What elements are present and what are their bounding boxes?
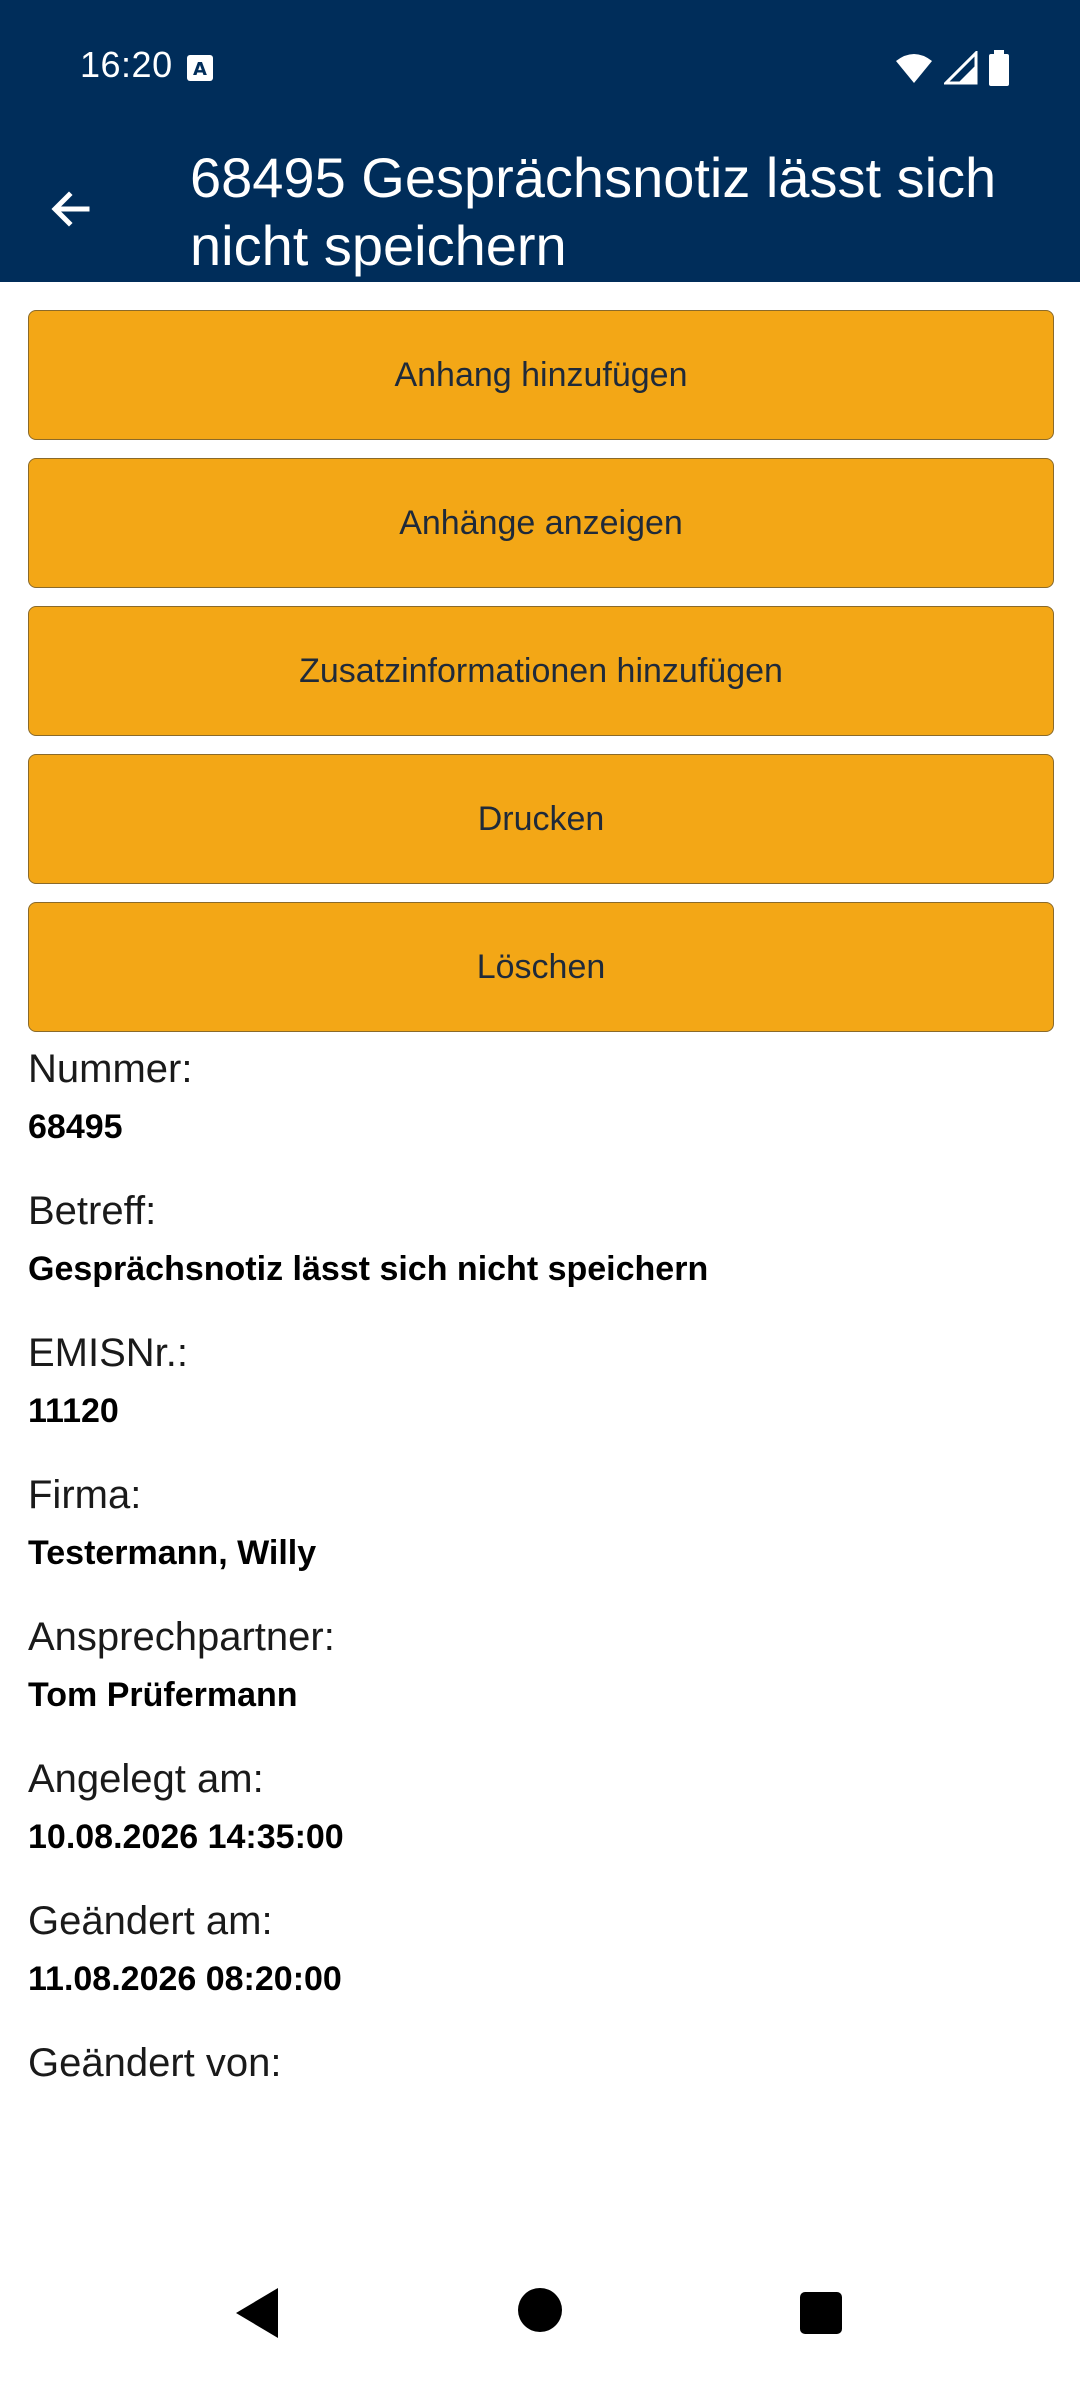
page-title: 68495 Gesprächsnotiz lässt sich nicht sp… (190, 146, 997, 277)
field-label: Geändert von: (28, 2041, 282, 2085)
delete-button[interactable]: Löschen (28, 902, 1054, 1032)
status-bar: 16:20 A (0, 0, 1080, 134)
show-attachments-button[interactable]: Anhänge anzeigen (28, 458, 1054, 588)
field-label: Firma: (28, 1473, 142, 1517)
action-buttons: Anhang hinzufügen Anhänge anzeigen Zusat… (28, 310, 1054, 1050)
field-value (28, 2092, 1054, 2150)
nav-recents-icon[interactable] (798, 2290, 844, 2336)
add-attachment-button[interactable]: Anhang hinzufügen (28, 310, 1054, 440)
field-value: 11120 (28, 1392, 119, 1430)
field-label: Nummer: (28, 1047, 193, 1091)
accessibility-a-icon: A (187, 55, 213, 81)
field-emisnr: EMISNr.: 11120 (28, 1324, 1054, 1440)
field-value: 11.08.2026 08:20:00 (28, 1960, 342, 1998)
system-nav-bar (0, 2256, 1080, 2400)
field-angelegt: Angelegt am: 10.08.2026 14:35:00 (28, 1750, 1054, 1866)
field-value: 10.08.2026 14:35:00 (28, 1818, 344, 1856)
add-extra-info-button[interactable]: Zusatzinformationen hinzufügen (28, 606, 1054, 736)
field-firma: Firma: Testermann, Willy (28, 1466, 1054, 1582)
field-betreff: Betreff: Gesprächsnotiz lässt sich nicht… (28, 1182, 1054, 1298)
nav-home-icon[interactable] (516, 2286, 564, 2334)
field-label: Angelegt am: (28, 1757, 264, 1801)
back-button[interactable] (36, 174, 106, 244)
field-label: EMISNr.: (28, 1331, 189, 1375)
field-value: Gesprächsnotiz lässt sich nicht speicher… (28, 1250, 709, 1288)
print-button[interactable]: Drucken (28, 754, 1054, 884)
field-label: Ansprechpartner: (28, 1615, 335, 1659)
battery-icon (989, 50, 1009, 86)
field-geaendert: Geändert am: 11.08.2026 08:20:00 (28, 1892, 1054, 2008)
field-value: Tom Prüfermann (28, 1676, 298, 1714)
svg-text:A: A (193, 59, 207, 80)
status-time: 16:20 (80, 44, 173, 85)
signal-icon (944, 51, 978, 85)
field-label: Geändert am: (28, 1899, 273, 1943)
wifi-icon (896, 54, 932, 83)
field-value: 68495 (28, 1108, 123, 1146)
details-list: Nummer: 68495 Betreff: Gesprächsnotiz lä… (28, 1040, 1054, 2176)
field-ansprechpartner: Ansprechpartner: Tom Prüfermann (28, 1608, 1054, 1724)
status-icons (894, 48, 1010, 88)
app-bar: 68495 Gesprächsnotiz lässt sich nicht sp… (0, 134, 1080, 282)
field-value: Testermann, Willy (28, 1534, 317, 1572)
field-label: Betreff: (28, 1189, 157, 1233)
arrow-left-icon (51, 191, 90, 227)
field-nummer: Nummer: 68495 (28, 1040, 1054, 1156)
field-geaendert-von: Geändert von: (28, 2034, 1054, 2150)
nav-back-icon[interactable] (232, 2286, 282, 2340)
